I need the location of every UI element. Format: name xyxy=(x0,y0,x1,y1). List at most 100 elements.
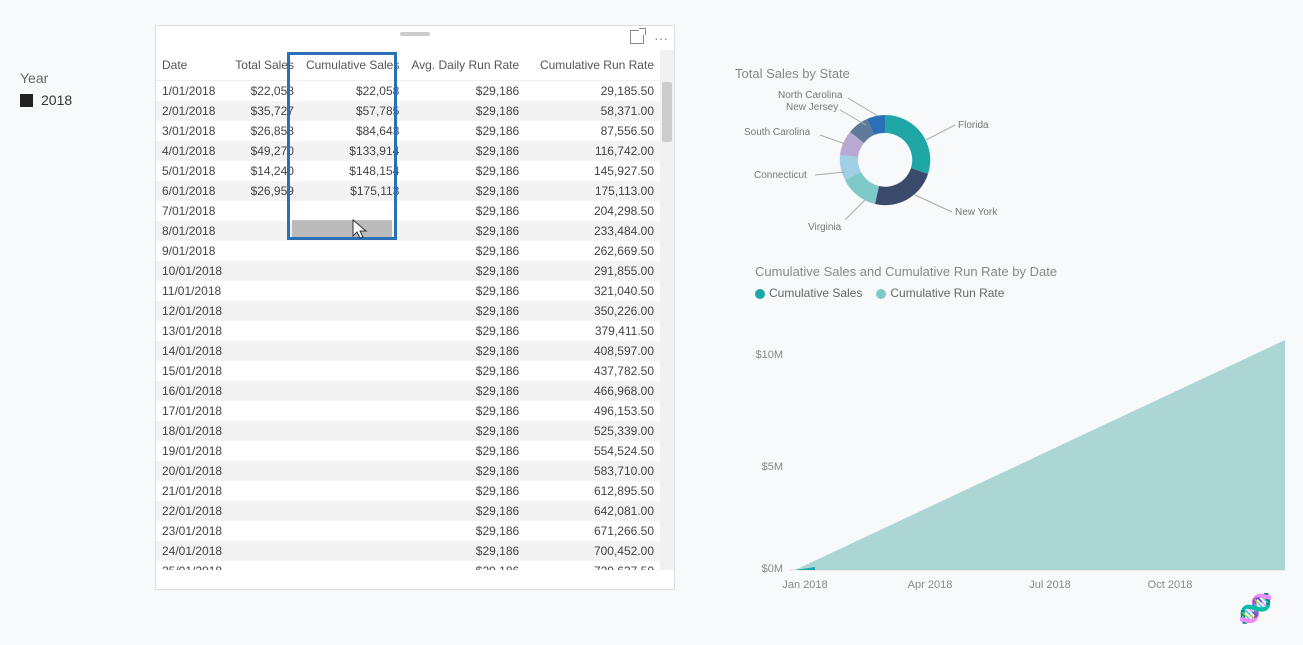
cell-date: 22/01/2018 xyxy=(156,501,229,521)
cell-dr: $29,186 xyxy=(405,461,525,481)
col-header-total-sales[interactable]: Total Sales xyxy=(229,50,300,81)
table-row[interactable]: 15/01/2018$29,186437,782.50 xyxy=(156,361,660,381)
year-slicer[interactable]: Year 2018 xyxy=(20,70,72,108)
cell-ts: $49,270 xyxy=(229,141,300,161)
table-row[interactable]: 23/01/2018$29,186671,266.50 xyxy=(156,521,660,541)
xtick-3: Oct 2018 xyxy=(1148,579,1193,591)
table-row[interactable]: 21/01/2018$29,186612,895.50 xyxy=(156,481,660,501)
sales-table-visual[interactable]: ··· Date Total Sales Cumulative Sales Av… xyxy=(155,25,675,590)
cell-cs xyxy=(300,301,405,321)
table-row[interactable]: 11/01/2018$29,186321,040.50 xyxy=(156,281,660,301)
cell-dr: $29,186 xyxy=(405,561,525,570)
cell-date: 12/01/2018 xyxy=(156,301,229,321)
table-row[interactable]: 4/01/2018$49,270$133,914$29,186116,742.0… xyxy=(156,141,660,161)
sales-table[interactable]: Date Total Sales Cumulative Sales Avg. D… xyxy=(156,50,660,570)
cell-ts xyxy=(229,481,300,501)
cell-ts: $35,727 xyxy=(229,101,300,121)
table-row[interactable]: 9/01/2018$29,186262,669.50 xyxy=(156,241,660,261)
cell-cs xyxy=(300,501,405,521)
label-virginia: Virginia xyxy=(808,222,842,233)
table-row[interactable]: 2/01/2018$35,727$57,785$29,18658,371.00 xyxy=(156,101,660,121)
drag-handle-icon[interactable] xyxy=(400,32,430,36)
cell-cr: 642,081.00 xyxy=(525,501,660,521)
col-header-daily-run-rate[interactable]: Avg. Daily Run Rate xyxy=(405,50,525,81)
cell-cs: $175,113 xyxy=(300,181,405,201)
cell-cs xyxy=(300,281,405,301)
table-row[interactable]: 18/01/2018 $29,186525,339.00 xyxy=(156,421,660,441)
cell-cs xyxy=(300,261,405,281)
cell-ts xyxy=(229,561,300,570)
area-chart-title: Cumulative Sales and Cumulative Run Rate… xyxy=(755,264,1057,279)
cell-ts: $14,240 xyxy=(229,161,300,181)
cell-cs xyxy=(300,341,405,361)
cell-cs: $148,154 xyxy=(300,161,405,181)
focus-mode-icon[interactable] xyxy=(630,30,644,44)
table-row[interactable]: 14/01/2018$29,186408,597.00 xyxy=(156,341,660,361)
cell-dr: $29,186 xyxy=(405,321,525,341)
cell-date: 4/01/2018 xyxy=(156,141,229,161)
cell-cr: 525,339.00 xyxy=(525,421,660,441)
cell-cr: 350,226.00 xyxy=(525,301,660,321)
table-row[interactable]: 8/01/2018$29,186233,484.00 xyxy=(156,221,660,241)
cell-dr: $29,186 xyxy=(405,201,525,221)
cell-cs xyxy=(300,421,405,441)
ytick-2: $10M xyxy=(755,349,783,361)
cell-ts xyxy=(229,221,300,241)
cell-dr: $29,186 xyxy=(405,441,525,461)
table-row[interactable]: 20/01/2018$29,186583,710.00 xyxy=(156,461,660,481)
cell-dr: $29,186 xyxy=(405,481,525,501)
cell-date: 14/01/2018 xyxy=(156,341,229,361)
table-row[interactable]: 25/01/2018$29,186729,637.50 xyxy=(156,561,660,570)
checkbox-icon[interactable] xyxy=(20,94,33,107)
label-southcarolina: South Carolina xyxy=(744,127,811,138)
ytick-1: $5M xyxy=(762,461,783,473)
cell-ts xyxy=(229,401,300,421)
cell-ts xyxy=(229,301,300,321)
legend-dot-cr xyxy=(876,289,886,299)
slicer-item-2018[interactable]: 2018 xyxy=(20,92,72,108)
table-row[interactable]: 13/01/2018$29,186379,411.50 xyxy=(156,321,660,341)
table-row[interactable]: 19/01/2018$29,186554,524.50 xyxy=(156,441,660,461)
table-scrollbar[interactable] xyxy=(660,50,674,570)
area-chart[interactable]: $0M $5M $10M Jan 2018 Apr 2018 Jul 2018 … xyxy=(745,320,1285,595)
xtick-2: Jul 2018 xyxy=(1029,579,1071,591)
label-newyork: New York xyxy=(955,207,998,218)
cell-dr: $29,186 xyxy=(405,381,525,401)
cell-ts xyxy=(229,441,300,461)
more-options-icon[interactable]: ··· xyxy=(654,30,668,46)
cell-dr: $29,186 xyxy=(405,401,525,421)
ytick-0: $0M xyxy=(762,563,783,575)
table-row[interactable]: 5/01/2018$14,240$148,154$29,186145,927.5… xyxy=(156,161,660,181)
cell-date: 23/01/2018 xyxy=(156,521,229,541)
legend-cr: Cumulative Run Rate xyxy=(890,286,1004,300)
donut-chart[interactable]: North Carolina New Jersey Florida South … xyxy=(730,80,1070,240)
cell-dr: $29,186 xyxy=(405,281,525,301)
cell-dr: $29,186 xyxy=(405,421,525,441)
table-row[interactable]: 24/01/2018$29,186700,452.00 xyxy=(156,541,660,561)
area-runrate[interactable] xyxy=(795,340,1285,570)
col-header-cumulative-run-rate[interactable]: Cumulative Run Rate xyxy=(525,50,660,81)
scroll-thumb[interactable] xyxy=(662,82,672,142)
col-header-date[interactable]: Date xyxy=(156,50,229,81)
table-row[interactable]: 16/01/2018$29,186466,968.00 xyxy=(156,381,660,401)
cell-date: 18/01/2018 xyxy=(156,421,229,441)
cell-cr: 700,452.00 xyxy=(525,541,660,561)
table-row[interactable]: 1/01/2018$22,058$22,058$29,18629,185.50 xyxy=(156,81,660,102)
table-row[interactable]: 7/01/2018$29,186204,298.50 xyxy=(156,201,660,221)
col-header-cumulative-sales[interactable]: Cumulative Sales xyxy=(300,50,405,81)
table-row[interactable]: 22/01/2018$29,186642,081.00 xyxy=(156,501,660,521)
table-row[interactable]: 6/01/2018$26,959$175,113$29,186175,113.0… xyxy=(156,181,660,201)
table-row[interactable]: 3/01/2018$26,858$84,643$29,18687,556.50 xyxy=(156,121,660,141)
slice-florida[interactable] xyxy=(885,115,930,174)
table-row[interactable]: 10/01/2018$29,186291,855.00 xyxy=(156,261,660,281)
table-row[interactable]: 12/01/2018$29,186350,226.00 xyxy=(156,301,660,321)
cell-cs: $57,785 xyxy=(300,101,405,121)
table-row[interactable]: 17/01/2018$29,186496,153.50 xyxy=(156,401,660,421)
cell-cr: 291,855.00 xyxy=(525,261,660,281)
cell-date: 24/01/2018 xyxy=(156,541,229,561)
cell-cs xyxy=(300,401,405,421)
cell-cr: 58,371.00 xyxy=(525,101,660,121)
slice-newyork[interactable] xyxy=(875,168,928,205)
cell-cr: 671,266.50 xyxy=(525,521,660,541)
cell-date: 13/01/2018 xyxy=(156,321,229,341)
